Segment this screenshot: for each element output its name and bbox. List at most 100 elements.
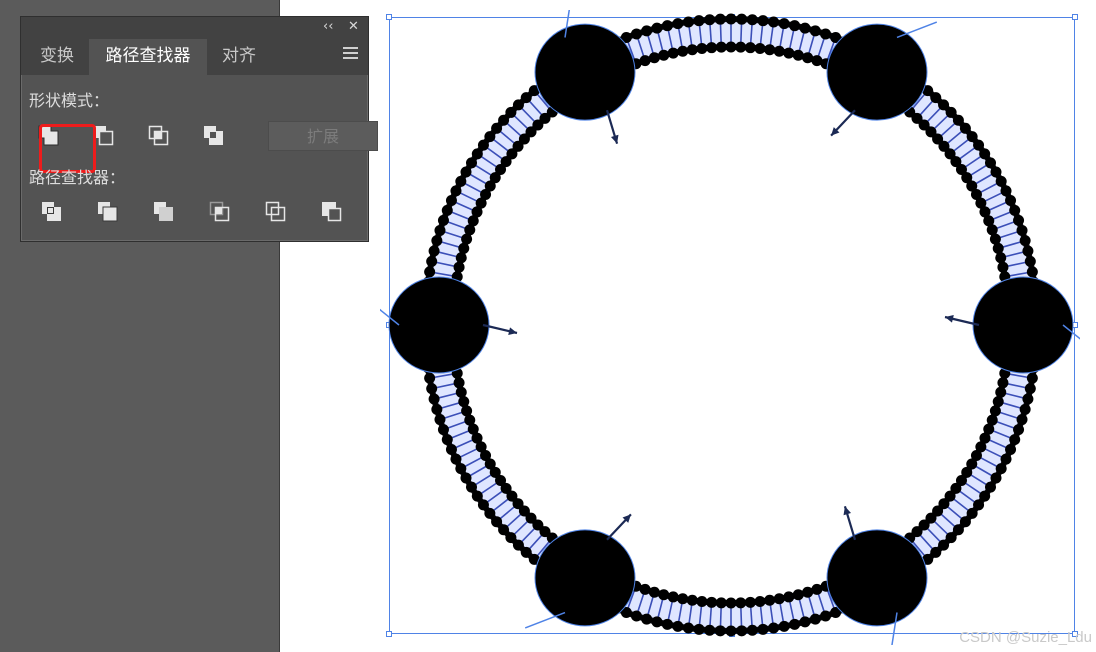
crop-button[interactable] bbox=[207, 199, 235, 227]
protein-channel bbox=[826, 23, 928, 121]
lipid-head bbox=[428, 245, 440, 257]
lipid-head bbox=[1005, 443, 1017, 455]
lipid-head bbox=[1005, 195, 1017, 207]
lipid-head bbox=[744, 42, 756, 54]
lipid-head bbox=[764, 594, 776, 606]
lipid-head bbox=[809, 613, 821, 625]
lipid-head bbox=[809, 25, 821, 37]
close-panel-icon[interactable]: ✕ bbox=[348, 19, 359, 35]
trim-icon bbox=[98, 202, 118, 222]
protein-channel bbox=[972, 276, 1074, 374]
lipid-head bbox=[995, 175, 1007, 187]
protein-channel bbox=[534, 23, 636, 121]
lipid-head bbox=[811, 583, 823, 595]
lipid-head bbox=[434, 224, 446, 236]
lipid-head bbox=[455, 463, 467, 475]
tab-transform[interactable]: 变换 bbox=[25, 39, 89, 75]
lipid-head bbox=[677, 593, 689, 605]
lipid-head bbox=[1024, 255, 1036, 267]
lipid-head bbox=[802, 586, 814, 598]
lipid-head bbox=[1000, 453, 1012, 465]
lipid-tail bbox=[740, 605, 743, 628]
lipid-head bbox=[725, 41, 737, 53]
lipid-head bbox=[820, 28, 832, 40]
merge-icon bbox=[154, 202, 173, 221]
membrane-ring-artwork[interactable] bbox=[380, 10, 1080, 645]
lipid-head bbox=[672, 620, 684, 632]
lipid-head bbox=[672, 18, 684, 30]
lipid-head bbox=[746, 624, 758, 636]
lipid-head bbox=[445, 195, 457, 207]
lipid-head bbox=[704, 14, 716, 26]
panel-titlebar[interactable]: ‹‹ ✕ bbox=[21, 17, 368, 37]
divide-button[interactable] bbox=[39, 199, 67, 227]
lipid-head bbox=[453, 377, 465, 389]
lipid-head bbox=[453, 261, 465, 273]
lipid-head bbox=[458, 242, 470, 254]
trim-button[interactable] bbox=[95, 199, 123, 227]
tab-pathfinder[interactable]: 路径查找器 bbox=[89, 39, 207, 75]
panel-menu-icon[interactable] bbox=[343, 47, 358, 61]
lipid-head bbox=[757, 623, 769, 635]
lipid-head bbox=[715, 597, 727, 609]
lipid-head bbox=[1016, 414, 1028, 426]
lipid-head bbox=[428, 393, 440, 405]
lipid-head bbox=[1019, 403, 1031, 415]
lipid-head bbox=[682, 16, 694, 28]
lipid-head bbox=[641, 613, 653, 625]
merge-button[interactable] bbox=[151, 199, 179, 227]
lipid-head bbox=[704, 624, 716, 636]
lipid-head bbox=[714, 13, 726, 25]
lipid-head bbox=[445, 443, 457, 455]
lipid-head bbox=[460, 472, 472, 484]
lipid-head bbox=[1026, 372, 1038, 384]
lipid-head bbox=[735, 597, 747, 609]
lipid-head bbox=[455, 386, 467, 398]
protein-channel bbox=[534, 529, 636, 627]
lipid-head bbox=[789, 618, 801, 630]
tab-align[interactable]: 对齐 bbox=[209, 39, 269, 75]
lipid-tail bbox=[719, 605, 722, 628]
lipid-head bbox=[1013, 424, 1025, 436]
lipid-head bbox=[686, 594, 698, 606]
lipid-head bbox=[768, 622, 780, 634]
lipid-head bbox=[746, 14, 758, 26]
lipid-head bbox=[682, 622, 694, 634]
exclude-button[interactable] bbox=[201, 123, 229, 151]
lipid-head bbox=[658, 589, 670, 601]
lipid-head bbox=[764, 44, 776, 56]
lipid-head bbox=[434, 414, 446, 426]
lipid-head bbox=[641, 25, 653, 37]
shape-modes-label: 形状模式： bbox=[29, 91, 110, 110]
lipid-head bbox=[437, 424, 449, 436]
expand-button[interactable]: 扩展 bbox=[268, 121, 378, 151]
lipid-head bbox=[989, 233, 1001, 245]
lipid-head bbox=[985, 157, 997, 169]
lipid-head bbox=[995, 386, 1007, 398]
lipid-head bbox=[661, 618, 673, 630]
collapse-panel-icon[interactable]: ‹‹ bbox=[323, 19, 333, 35]
lipid-head bbox=[1009, 204, 1021, 216]
lipid-head bbox=[424, 266, 436, 278]
lipid-head bbox=[455, 175, 467, 187]
lipid-head bbox=[792, 49, 804, 61]
exclude-icon bbox=[204, 126, 223, 145]
lipid-tail bbox=[740, 22, 743, 45]
lipid-tail bbox=[719, 22, 722, 45]
minus-back-button[interactable] bbox=[319, 199, 347, 227]
lipid-head bbox=[1013, 214, 1025, 226]
channel-spike bbox=[896, 21, 938, 39]
lipid-head bbox=[677, 45, 689, 57]
lipid-head bbox=[1009, 434, 1021, 446]
lipid-head bbox=[992, 396, 1004, 408]
lipid-head bbox=[458, 396, 470, 408]
lipid-head bbox=[802, 52, 814, 64]
outline-button[interactable] bbox=[263, 199, 291, 227]
intersect-button[interactable] bbox=[146, 123, 174, 151]
lipid-head bbox=[630, 28, 642, 40]
lipid-head bbox=[441, 204, 453, 216]
lipid-head bbox=[639, 55, 651, 67]
pathfinder-panel: ‹‹ ✕ 变换 路径查找器 对齐 形状模式： 扩展 路径查找器： bbox=[20, 16, 378, 242]
outline-icon bbox=[265, 201, 286, 222]
lipid-head bbox=[450, 453, 462, 465]
